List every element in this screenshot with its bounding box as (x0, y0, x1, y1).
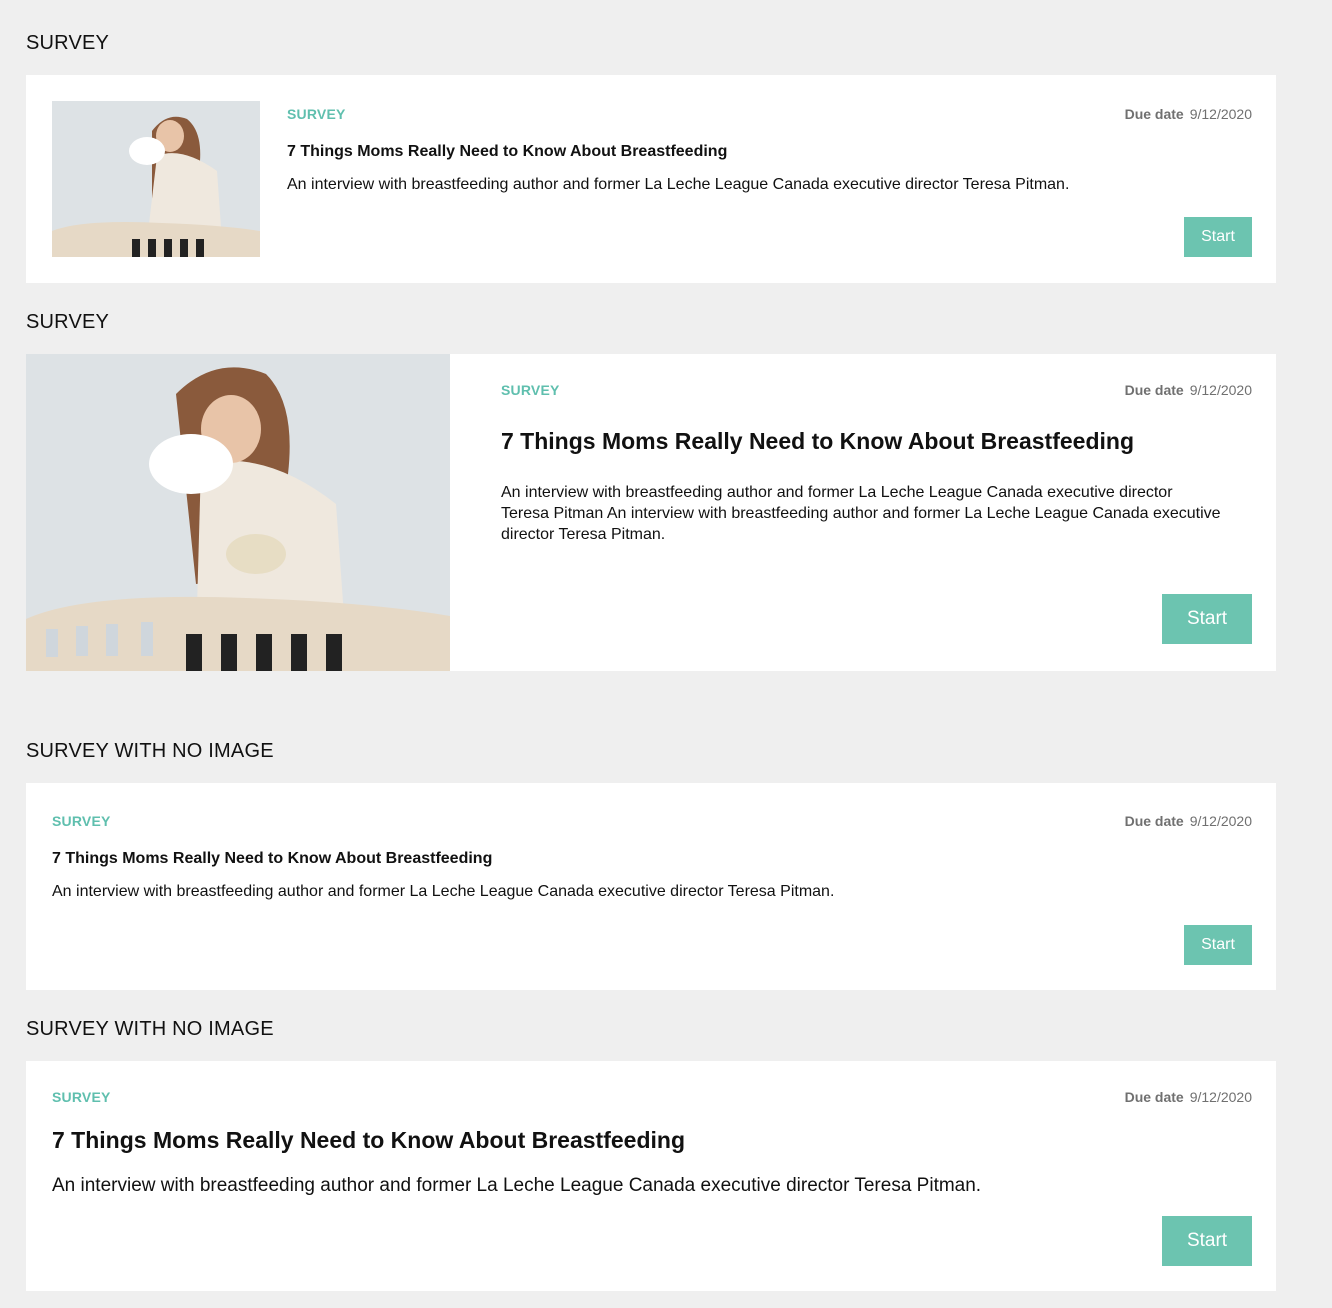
section-heading: SURVEY (26, 311, 110, 333)
survey-tag: SURVEY (287, 106, 346, 122)
survey-description: An interview with breastfeeding author a… (287, 176, 1070, 193)
survey-image (52, 101, 260, 257)
section-heading: SURVEY (26, 32, 110, 54)
survey-card-no-image: SURVEY Due date 9/12/2020 7 Things Moms R… (26, 783, 1276, 990)
survey-title: 7 Things Moms Really Need to Know About … (287, 143, 728, 160)
due-date: Due date 9/12/2020 (1124, 1089, 1252, 1105)
start-button[interactable]: Start (1184, 925, 1252, 965)
survey-title: 7 Things Moms Really Need to Know About … (52, 850, 493, 867)
survey-card-large-image: SURVEY Due date 9/12/2020 7 Things Moms R… (26, 354, 1276, 671)
section-heading: SURVEY WITH NO IMAGE (26, 1018, 274, 1040)
survey-tag: SURVEY (52, 1089, 111, 1105)
start-button[interactable]: Start (1162, 1216, 1252, 1266)
survey-card-no-image-large: SURVEY Due date 9/12/2020 7 Things Moms R… (26, 1061, 1276, 1291)
due-date: Due date 9/12/2020 (1124, 382, 1252, 398)
start-button[interactable]: Start (1162, 594, 1252, 644)
survey-title: 7 Things Moms Really Need to Know About … (52, 1127, 685, 1153)
survey-tag: SURVEY (501, 382, 560, 398)
survey-description: An interview with breastfeeding author a… (52, 883, 835, 900)
survey-tag: SURVEY (52, 813, 111, 829)
survey-title: 7 Things Moms Really Need to Know About … (501, 428, 1134, 454)
survey-image (26, 354, 450, 671)
start-button[interactable]: Start (1184, 217, 1252, 257)
section-heading: SURVEY WITH NO IMAGE (26, 740, 274, 762)
survey-card-small-image: SURVEY Due date 9/12/2020 7 Things Moms R… (26, 75, 1276, 283)
survey-description: An interview with breastfeeding author a… (52, 1175, 982, 1196)
due-date: Due date 9/12/2020 (1124, 106, 1252, 122)
survey-description: An interview with breastfeeding author a… (501, 484, 1221, 543)
due-date: Due date 9/12/2020 (1124, 813, 1252, 829)
